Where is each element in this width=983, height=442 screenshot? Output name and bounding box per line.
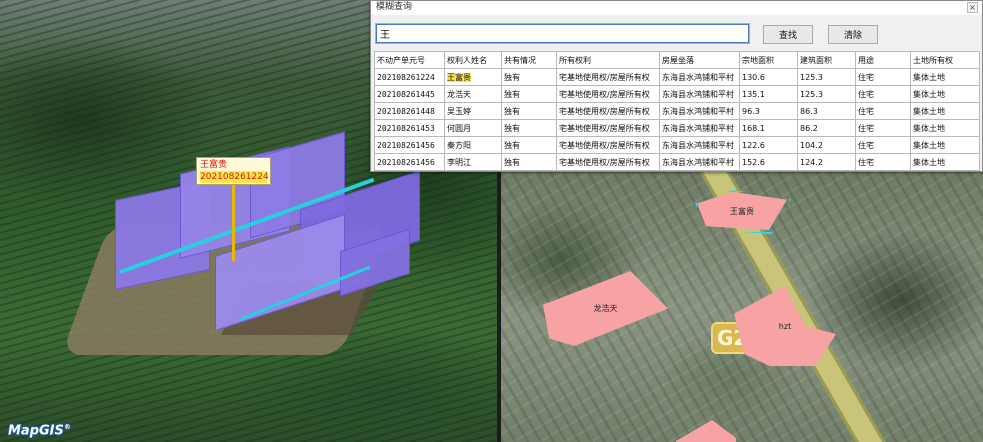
table-header-row: 不动产单元号 权利人姓名 共有情况 所有权利 房屋坐落 宗地面积 建筑面积 用途… (374, 51, 980, 69)
label-unit-code: 202108261224 (200, 171, 269, 183)
mapgis-logo: MapGIS® (8, 423, 71, 439)
table-cell-rights: 宅基地使用权/房屋所有权 (556, 85, 660, 103)
table-row[interactable]: 202108261224 王富贵 独有 宅基地使用权/房屋所有权 东海县水鸿铺和平村 13… (374, 68, 980, 86)
table-cell-owner: 何圆月 (444, 119, 502, 137)
table-cell-use: 住宅 (855, 119, 911, 137)
table-cell-share: 独有 (501, 102, 557, 120)
column-header[interactable]: 所有权利 (556, 51, 660, 69)
dialog-title: 模糊查询 (376, 2, 413, 12)
table-cell-share: 独有 (501, 119, 557, 137)
table-cell-owner: 龙浩天 (444, 85, 502, 103)
table-cell-land-area: 135.1 (739, 85, 798, 103)
close-icon[interactable]: × (967, 2, 978, 13)
column-header[interactable]: 土地所有权 (910, 51, 980, 69)
table-cell-rights: 宅基地使用权/房屋所有权 (556, 136, 660, 154)
table-cell-land-area: 122.6 (739, 136, 798, 154)
table-cell-location: 东海县水鸿铺和平村 (659, 153, 740, 171)
search-match-highlight: 王富贵 (447, 72, 471, 82)
parcel-label: hzt (778, 321, 792, 331)
search-input[interactable] (376, 24, 749, 43)
table-row[interactable]: 202108261456 李明江 独有 宅基地使用权/房屋所有权 东海县水鸿铺和平村 15… (374, 153, 980, 171)
column-header[interactable]: 不动产单元号 (374, 51, 445, 69)
table-cell-use: 住宅 (855, 153, 911, 171)
column-header[interactable]: 房屋坐落 (659, 51, 740, 69)
search-row: 查找 清除 (371, 15, 982, 48)
clear-button[interactable]: 清除 (828, 25, 878, 44)
table-cell-share: 独有 (501, 68, 557, 86)
column-header[interactable]: 共有情况 (501, 51, 557, 69)
table-row[interactable]: 202108261445 龙浩天 独有 宅基地使用权/房屋所有权 东海县水鸿铺和平村 13… (374, 85, 980, 103)
table-cell-land-area: 130.6 (739, 68, 798, 86)
table-cell-id: 202108261445 (374, 85, 445, 103)
table-cell-location: 东海县水鸿铺和平村 (659, 136, 740, 154)
column-header[interactable]: 建筑面积 (797, 51, 856, 69)
parcel-label: 王富贵 (730, 206, 754, 216)
table-cell-rights: 宅基地使用权/房屋所有权 (556, 153, 660, 171)
table-cell-owner: 王富贵 (444, 68, 502, 86)
table-cell-rights: 宅基地使用权/房屋所有权 (556, 102, 660, 120)
table-cell-land-owner: 集体土地 (910, 136, 980, 154)
table-cell-use: 住宅 (855, 136, 911, 154)
dialog-title-bar[interactable]: 模糊查询 × (371, 1, 982, 15)
table-cell-share: 独有 (501, 153, 557, 171)
table-cell-land-owner: 集体土地 (910, 68, 980, 86)
table-cell-use: 住宅 (855, 85, 911, 103)
table-cell-id: 202108261456 (374, 153, 445, 171)
fuzzy-query-dialog: 模糊查询 × 查找 清除 不动产单元号 权利人姓名 共有情况 所有权利 房屋坐落… (370, 0, 983, 172)
table-cell-land-owner: 集体土地 (910, 102, 980, 120)
table-cell-id: 202108261224 (374, 68, 445, 86)
table-cell-owner: 吴玉婷 (444, 102, 502, 120)
table-cell-floor-area: 86.2 (797, 119, 856, 137)
table-cell-land-area: 168.1 (739, 119, 798, 137)
column-header[interactable]: 宗地面积 (739, 51, 798, 69)
table-row[interactable]: 202108261456 秦方阳 独有 宅基地使用权/房屋所有权 东海县水鸿铺和平村 12… (374, 136, 980, 154)
table-cell-share: 独有 (501, 136, 557, 154)
table-cell-floor-area: 86.3 (797, 102, 856, 120)
find-button[interactable]: 查找 (763, 25, 813, 44)
table-cell-location: 东海县水鸿铺和平村 (659, 102, 740, 120)
label-owner-name: 王富贵 (200, 160, 228, 170)
column-header[interactable]: 权利人姓名 (444, 51, 502, 69)
table-cell-land-owner: 集体土地 (910, 119, 980, 137)
table-cell-id: 202108261448 (374, 102, 445, 120)
results-table: 不动产单元号 权利人姓名 共有情况 所有权利 房屋坐落 宗地面积 建筑面积 用途… (374, 51, 980, 171)
table-cell-owner: 秦方阳 (444, 136, 502, 154)
table-cell-land-area: 96.3 (739, 102, 798, 120)
parcel-label: 龙浩天 (593, 304, 618, 313)
table-cell-id: 202108261456 (374, 136, 445, 154)
table-cell-land-area: 152.6 (739, 153, 798, 171)
table-cell-rights: 宅基地使用权/房屋所有权 (556, 119, 660, 137)
table-cell-rights: 宅基地使用权/房屋所有权 (556, 68, 660, 86)
building-label[interactable]: 王富贵 202108261224 (196, 157, 271, 185)
table-cell-location: 东海县水鸿铺和平村 (659, 85, 740, 103)
table-cell-land-owner: 集体土地 (910, 153, 980, 171)
table-cell-location: 东海县水鸿铺和平村 (659, 119, 740, 137)
table-cell-location: 东海县水鸿铺和平村 (659, 68, 740, 86)
table-cell-land-owner: 集体土地 (910, 85, 980, 103)
app-stage: 王富贵 202108261224 MapGIS® G2 王富贵 龙浩天 hzt … (0, 0, 983, 442)
table-cell-id: 202108261453 (374, 119, 445, 137)
table-cell-use: 住宅 (855, 68, 911, 86)
label-pin-stem (232, 185, 235, 261)
table-row[interactable]: 202108261453 何圆月 独有 宅基地使用权/房屋所有权 东海县水鸿铺和平村 16… (374, 119, 980, 137)
table-cell-floor-area: 104.2 (797, 136, 856, 154)
table-cell-share: 独有 (501, 85, 557, 103)
table-cell-owner: 李明江 (444, 153, 502, 171)
table-row[interactable]: 202108261448 吴玉婷 独有 宅基地使用权/房屋所有权 东海县水鸿铺和平村 96… (374, 102, 980, 120)
table-cell-floor-area: 125.3 (797, 68, 856, 86)
table-cell-floor-area: 124.2 (797, 153, 856, 171)
table-cell-floor-area: 125.3 (797, 85, 856, 103)
column-header[interactable]: 用途 (855, 51, 911, 69)
table-cell-use: 住宅 (855, 102, 911, 120)
